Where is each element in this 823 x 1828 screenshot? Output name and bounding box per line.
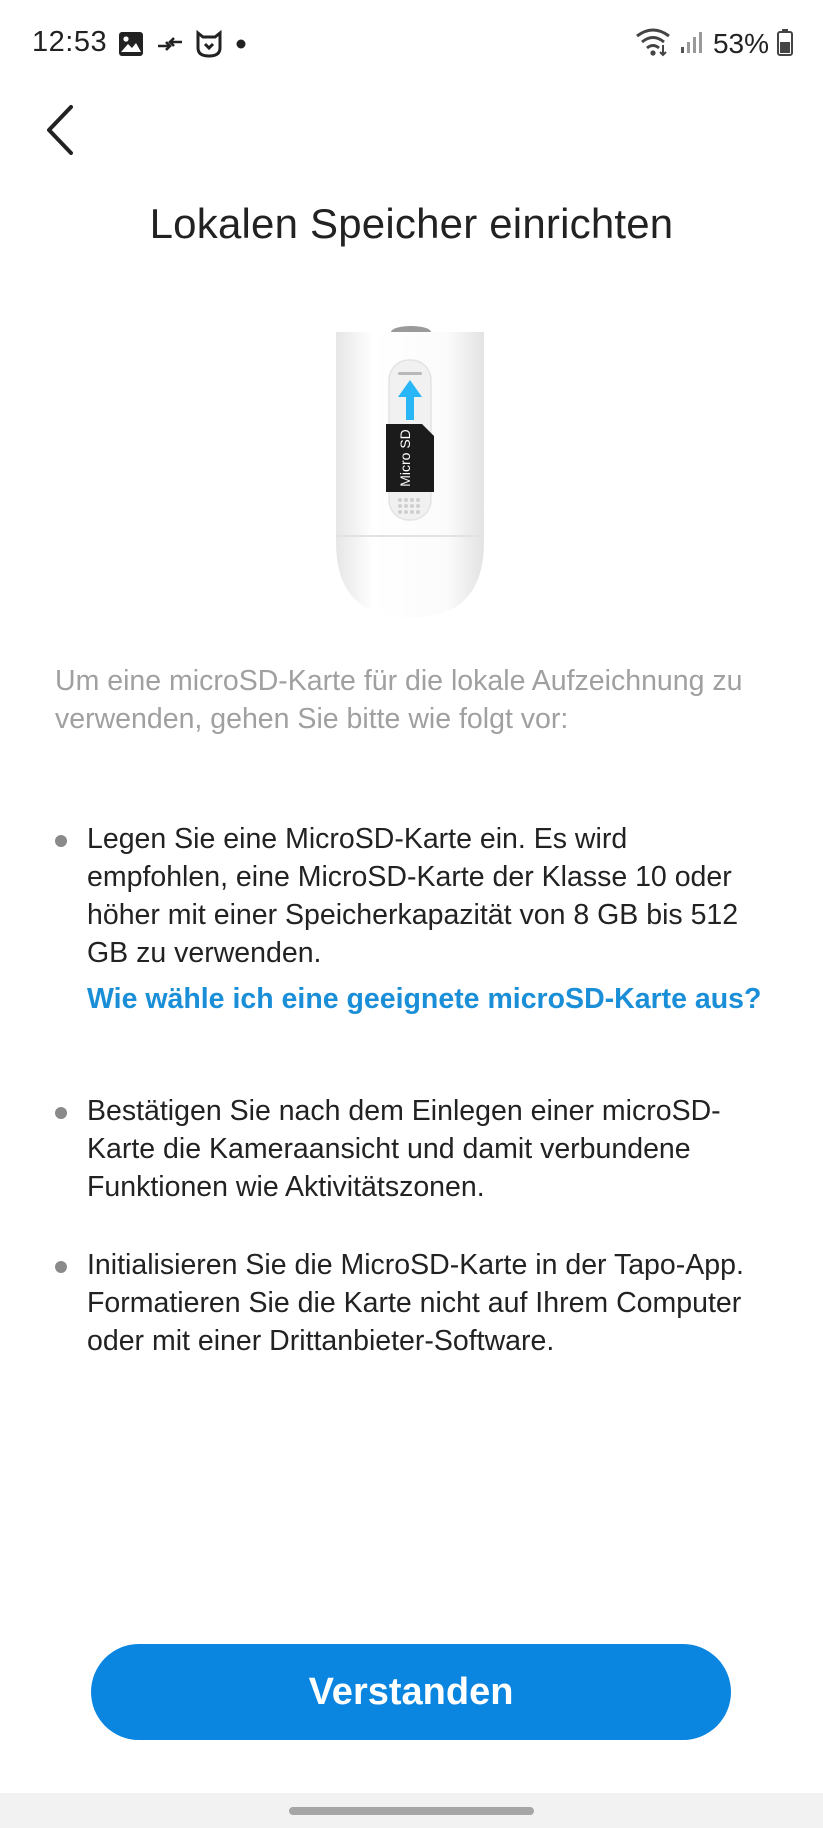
step-text: Bestätigen Sie nach dem Einlegen einer m…: [87, 1095, 721, 1203]
signal-icon: [679, 29, 705, 60]
camera-sd-illustration: Micro SD: [320, 322, 500, 622]
list-item: Initialisieren Sie die MicroSD-Karte in …: [0, 1246, 823, 1360]
status-right: 53%: [635, 26, 793, 62]
step-text: Initialisieren Sie die MicroSD-Karte in …: [87, 1249, 744, 1357]
image-icon: [118, 31, 144, 62]
wifi-icon: [635, 27, 671, 62]
navigation-bar: [0, 1793, 823, 1828]
sd-card-help-link[interactable]: Wie wähle ich eine geeignete microSD-Kar…: [87, 980, 773, 1018]
page-title: Lokalen Speicher einrichten: [149, 200, 674, 247]
intro-text: Um eine microSD-Karte für die lokale Auf…: [55, 665, 743, 735]
battery-percent: 53%: [712, 28, 769, 59]
status-time: 12:53: [32, 26, 108, 58]
bullet-icon: [55, 835, 67, 847]
understood-button[interactable]: Verstanden: [91, 1644, 731, 1740]
bullet-icon: [55, 1261, 67, 1273]
bullet-icon: [55, 1107, 67, 1119]
home-gesture-handle[interactable]: [289, 1807, 534, 1815]
list-item: Legen Sie eine MicroSD-Karte ein. Es wir…: [0, 820, 823, 1018]
step-text: Legen Sie eine MicroSD-Karte ein. Es wir…: [87, 823, 739, 969]
status-left-icons: [118, 29, 248, 63]
data-transfer-icon: [156, 31, 184, 62]
status-bar: 12:53 53%: [0, 0, 823, 92]
dot-icon: [234, 37, 248, 56]
mi-home-icon: [196, 29, 222, 63]
back-button[interactable]: [30, 100, 90, 160]
battery-icon: [777, 28, 793, 61]
list-item: Bestätigen Sie nach dem Einlegen einer m…: [0, 1092, 823, 1206]
svg-text:Micro SD: Micro SD: [397, 429, 413, 487]
chevron-left-icon: [47, 105, 73, 155]
